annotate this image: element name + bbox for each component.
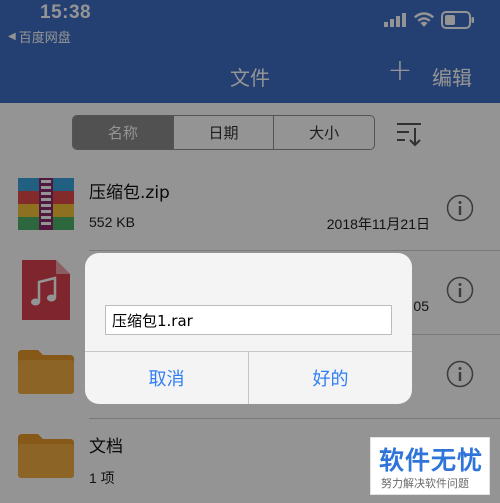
- watermark-title: 软件无忧: [379, 446, 484, 475]
- rename-dialog: 取消 好的: [85, 253, 412, 404]
- rename-input[interactable]: [105, 305, 392, 335]
- cancel-button[interactable]: 取消: [85, 352, 248, 404]
- watermark-logo: 软件无忧 努力解决软件问题: [370, 437, 490, 495]
- ok-button[interactable]: 好的: [249, 352, 412, 404]
- watermark-subtitle: 努力解决软件问题: [381, 477, 469, 490]
- modal-backdrop[interactable]: [0, 0, 500, 503]
